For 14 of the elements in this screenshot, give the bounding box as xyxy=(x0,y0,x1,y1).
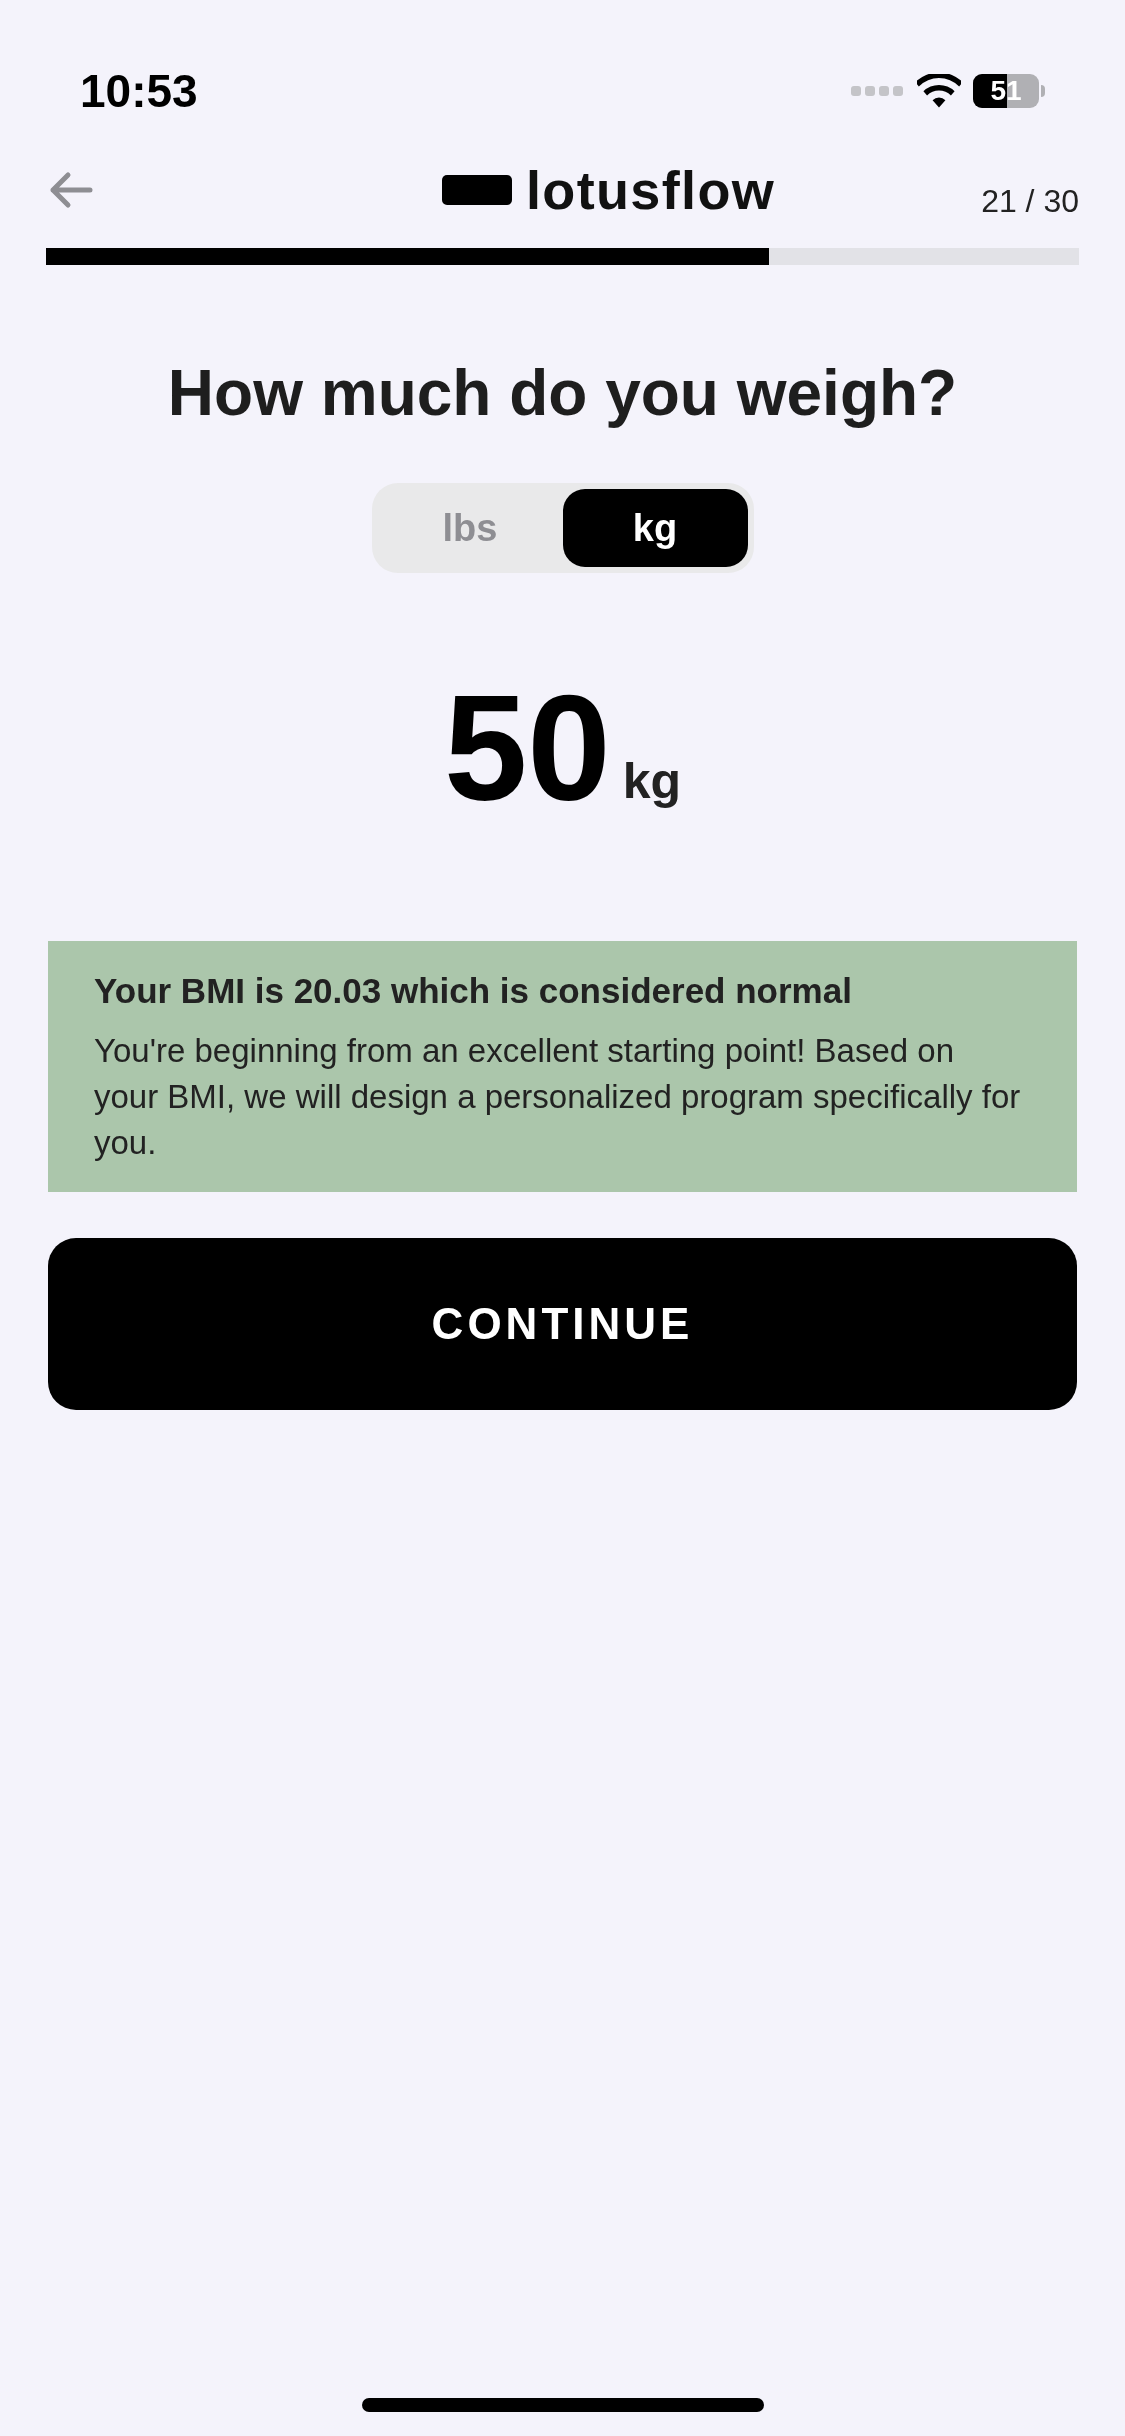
status-time: 10:53 xyxy=(80,63,198,119)
weight-value: 50 xyxy=(443,673,611,823)
logo-icon xyxy=(442,175,512,205)
question-title: How much do you weigh? xyxy=(166,356,959,431)
unit-tab[interactable]: kg xyxy=(562,489,748,567)
bmi-description: You're beginning from an excellent starting point! Based on your BMI, we will design a personalized program specifically for you. xyxy=(94,1030,1022,1163)
bmi-heading: Your BMI is 20.03 which is considered normal xyxy=(94,970,853,1012)
step-counter: 21 / 30 xyxy=(981,182,1079,221)
wifi-icon xyxy=(917,74,961,108)
brand-name: lotusflow xyxy=(526,158,776,222)
signal-icon xyxy=(851,84,905,98)
continue-button[interactable]: CONTINUE xyxy=(48,1237,1077,1410)
weight-unit: kg xyxy=(622,752,682,811)
back-arrow-icon xyxy=(48,171,94,209)
